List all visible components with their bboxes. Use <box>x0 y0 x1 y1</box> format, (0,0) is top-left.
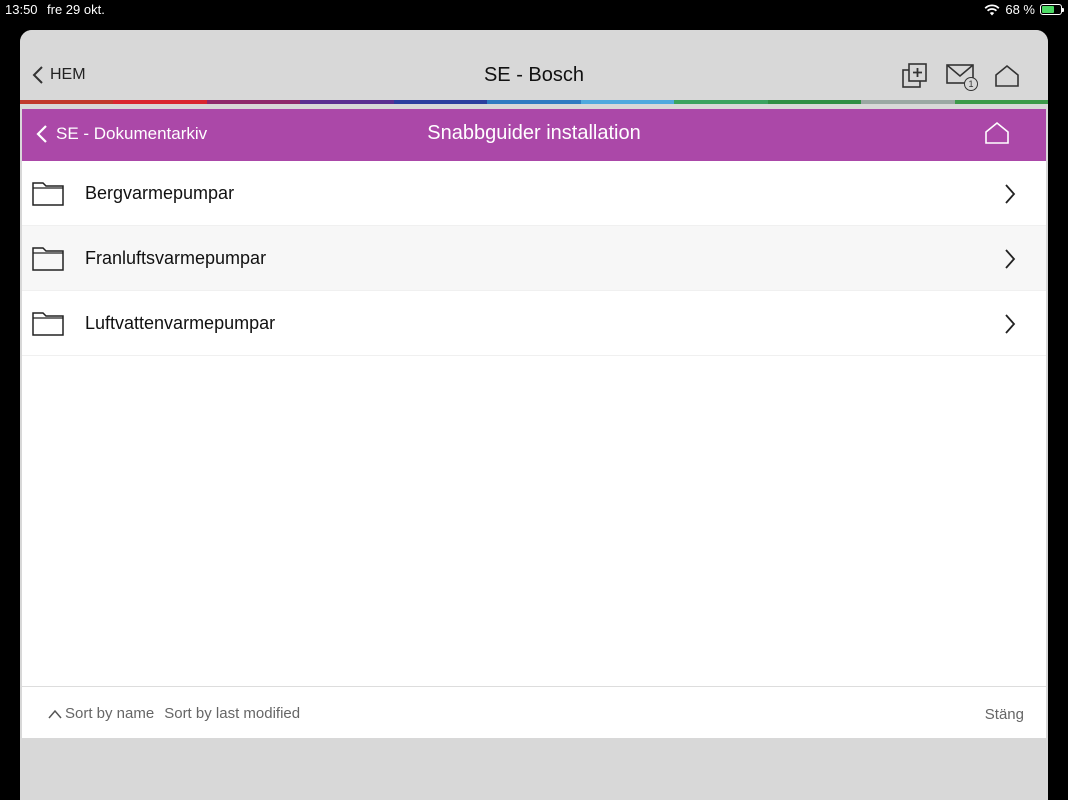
color-bar-segment <box>767 100 862 104</box>
color-bar-segment <box>20 100 114 104</box>
app-title: SE - Bosch <box>483 64 585 86</box>
sort-by-name-button[interactable]: Sort by name <box>48 705 154 722</box>
home-icon[interactable] <box>994 64 1020 88</box>
home-icon[interactable] <box>984 121 1010 145</box>
list-item[interactable]: Franluftsvarmepumpar <box>22 226 1046 291</box>
status-date: fre 29 okt. <box>47 2 105 17</box>
app-window: HEM SE - Bosch 1 SE - Dokumentarkiv Snab… <box>20 30 1048 800</box>
folder-icon <box>32 247 64 271</box>
status-time: 13:50 <box>5 2 38 17</box>
color-bar-segment <box>393 100 488 104</box>
chevron-right-icon <box>1005 249 1016 269</box>
list-item-label: Luftvattenvarmepumpar <box>85 312 276 333</box>
sort-footer: Sort by name Sort by last modified Stäng <box>22 686 1046 738</box>
folder-icon <box>32 312 64 336</box>
status-bar: 13:50 fre 29 okt. 68 % <box>0 0 1068 20</box>
sort-options: Sort by name Sort by last modified <box>48 705 300 722</box>
wifi-icon <box>984 3 1000 15</box>
mail-button[interactable]: 1 <box>946 63 978 91</box>
color-bar-segment <box>954 100 1048 104</box>
color-bar-segment <box>487 100 581 104</box>
sort-by-modified-button[interactable]: Sort by last modified <box>164 705 300 722</box>
list-item-label: Franluftsvarmepumpar <box>85 247 267 268</box>
folder-list: Bergvarmepumpar Franluftsvarmepumpar Luf… <box>22 161 1046 686</box>
color-bar-segment <box>674 100 768 104</box>
sub-nav: SE - Dokumentarkiv Snabbguider installat… <box>22 109 1046 161</box>
section-title: Snabbguider installation <box>427 122 641 144</box>
close-button[interactable]: Stäng <box>985 706 1024 723</box>
color-bar-segment <box>580 100 675 104</box>
brand-color-bar <box>20 100 1048 104</box>
battery-fill <box>1042 6 1055 13</box>
top-nav-actions: 1 <box>902 63 1020 91</box>
color-bar-segment <box>861 100 955 104</box>
mail-badge: 1 <box>964 77 978 91</box>
bottom-area <box>20 738 1048 800</box>
color-bar-segment <box>300 100 394 104</box>
color-bar-segment <box>206 100 301 104</box>
list-item[interactable]: Luftvattenvarmepumpar <box>22 291 1046 356</box>
battery-percent: 68 % <box>1005 2 1035 17</box>
sort-by-name-label: Sort by name <box>65 705 155 722</box>
list-item-label: Bergvarmepumpar <box>85 182 235 203</box>
chevron-up-icon <box>48 709 62 718</box>
top-nav: HEM SE - Bosch 1 <box>20 30 1048 100</box>
battery-icon <box>1040 4 1064 15</box>
chevron-right-icon <box>1005 184 1016 204</box>
status-right: 68 % <box>984 2 1064 17</box>
chevron-right-icon <box>1005 314 1016 334</box>
color-bar-segment <box>113 100 207 104</box>
add-icon[interactable] <box>902 63 928 89</box>
list-item[interactable]: Bergvarmepumpar <box>22 161 1046 226</box>
folder-icon <box>32 182 64 206</box>
